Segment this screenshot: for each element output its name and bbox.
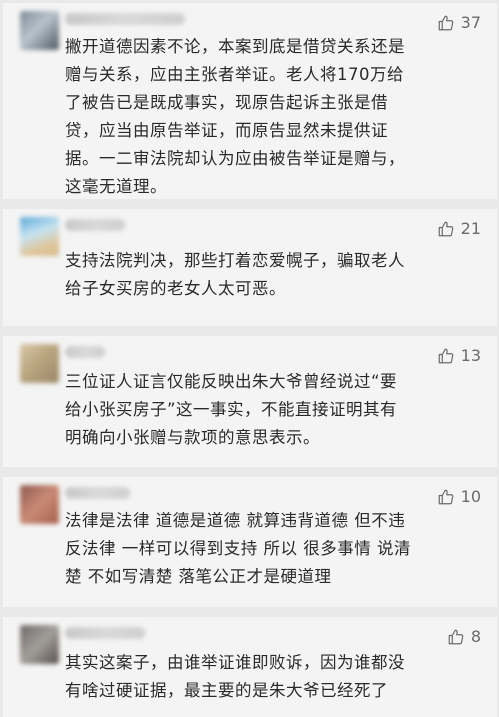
comment-card: 10 法律是法律 道德是道德 就算违背道德 但不违 反法律 一样可以得到支持 所… bbox=[3, 477, 497, 607]
like-count: 8 bbox=[470, 627, 481, 646]
avatar[interactable] bbox=[20, 217, 59, 256]
avatar[interactable] bbox=[20, 344, 59, 383]
like-button[interactable]: 8 bbox=[447, 627, 481, 646]
comment-text: 三位证人证言仅能反映出朱大爷曾经说过“要 给小张买房子”这一事实，不能直接证明其… bbox=[65, 372, 398, 447]
like-count: 21 bbox=[460, 219, 481, 238]
thumbs-up-icon bbox=[448, 629, 464, 644]
like-button[interactable]: 21 bbox=[437, 219, 481, 238]
username[interactable] bbox=[65, 13, 185, 25]
like-count: 13 bbox=[460, 346, 481, 365]
comment-card: 8 其实这案子，由谁举证谁即败诉，因为谁都没 有啥过硬证据，最主要的是朱大爷已经… bbox=[3, 617, 497, 717]
like-count: 37 bbox=[460, 13, 481, 32]
comment-card: 13 三位证人证言仅能反映出朱大爷曾经说过“要 给小张买房子”这一事实，不能直接… bbox=[3, 336, 497, 467]
like-button[interactable]: 10 bbox=[437, 487, 481, 506]
like-button[interactable]: 13 bbox=[437, 346, 481, 365]
comment-text: 撇开道德因素不论，本案到底是借贷关系还是 赠与关系，应由主张者举证。老人将170… bbox=[65, 37, 405, 196]
comment-card: 37 撇开道德因素不论，本案到底是借贷关系还是 赠与关系，应由主张者举证。老人将… bbox=[3, 3, 497, 199]
avatar[interactable] bbox=[20, 485, 59, 524]
comment-text: 法律是法律 道德是道德 就算违背道德 但不违 反法律 一样可以得到支持 所以 很… bbox=[65, 511, 411, 586]
thumbs-up-icon bbox=[438, 489, 453, 504]
like-button[interactable]: 37 bbox=[437, 13, 481, 32]
username[interactable] bbox=[65, 627, 145, 639]
username[interactable] bbox=[65, 346, 105, 358]
comment-text: 支持法院判决，那些打着恋爱幌子，骗取老人 给子女买房的老女人太可恶。 bbox=[65, 251, 405, 298]
avatar[interactable] bbox=[20, 11, 59, 50]
thumbs-up-icon bbox=[438, 348, 453, 363]
like-count: 10 bbox=[460, 487, 481, 506]
comment-card: 21 支持法院判决，那些打着恋爱幌子，骗取老人 给子女买房的老女人太可恶。 bbox=[3, 209, 497, 326]
thumbs-up-icon bbox=[438, 221, 453, 236]
thumbs-up-icon bbox=[438, 15, 453, 30]
username[interactable] bbox=[65, 487, 130, 499]
avatar[interactable] bbox=[20, 625, 59, 664]
username[interactable] bbox=[65, 219, 125, 231]
comment-text: 其实这案子，由谁举证谁即败诉，因为谁都没 有啥过硬证据，最主要的是朱大爷已经死了 bbox=[65, 653, 405, 700]
